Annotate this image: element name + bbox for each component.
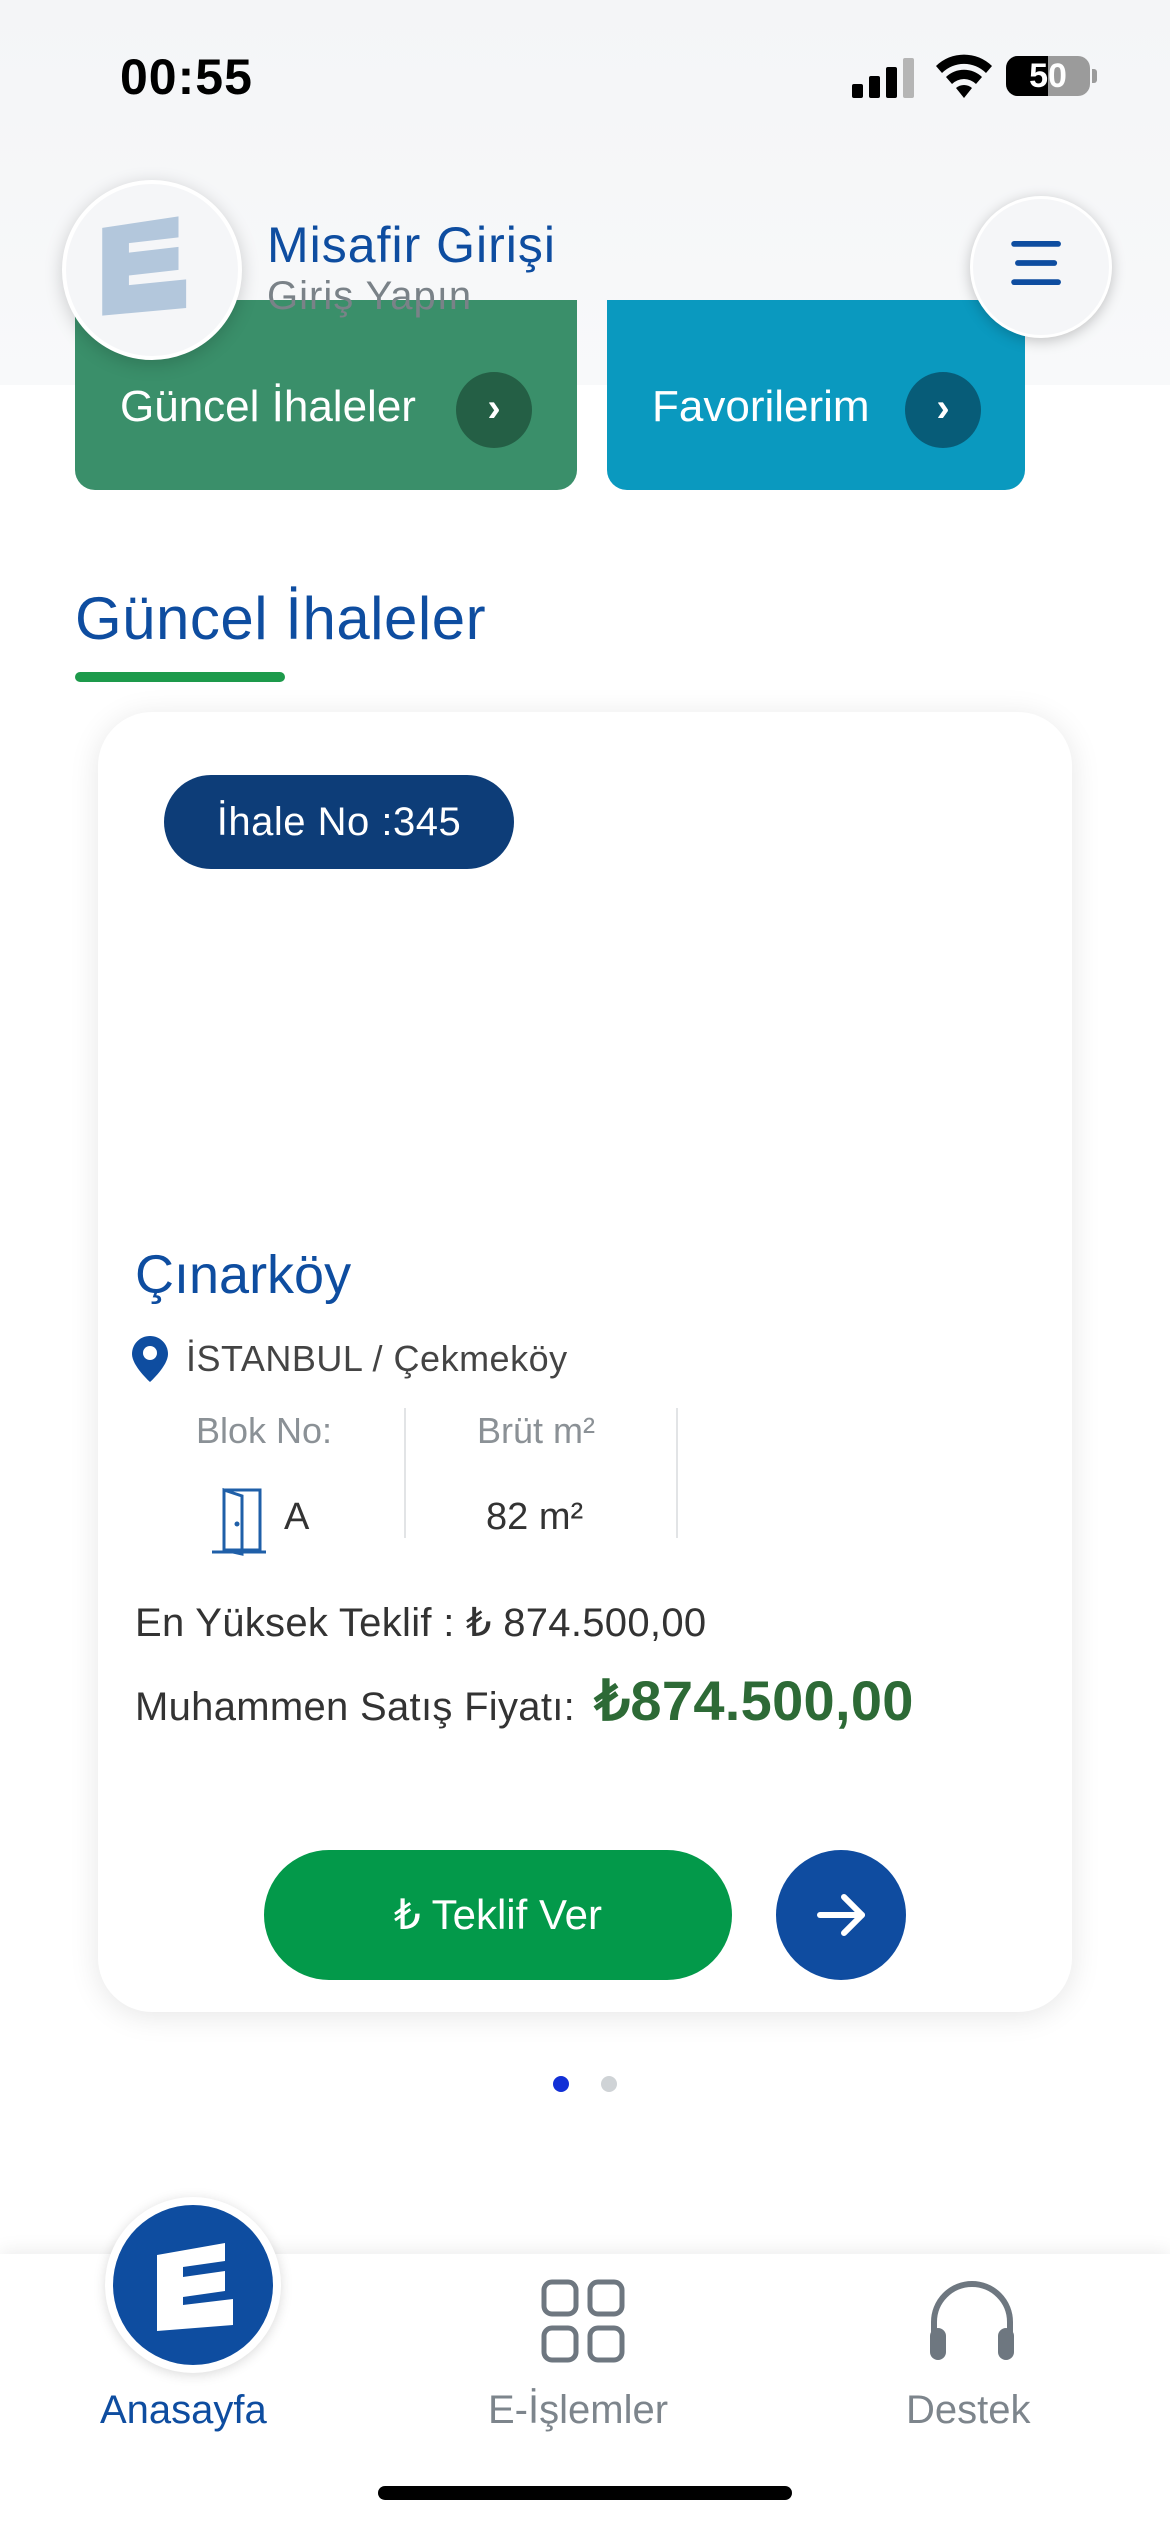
tender-number-badge: İhale No :345 (164, 775, 514, 869)
current-tenders-label: Güncel İhaleler (120, 382, 416, 431)
menu-button[interactable] (970, 196, 1112, 338)
estimated-price-label: Muhammen Satış Fiyatı: (135, 1685, 576, 1729)
cellular-signal-icon (852, 58, 914, 98)
area-label: Brüt m² (477, 1410, 596, 1451)
battery-nub (1092, 69, 1097, 83)
wifi-icon (936, 54, 992, 98)
area-value: 82 m² (486, 1496, 584, 1538)
favorites-label: Favorilerim (652, 382, 870, 431)
battery-percent: 50 (1029, 57, 1067, 95)
guest-title[interactable]: Misafir Girişi (267, 216, 556, 274)
tender-title: Çınarköy (135, 1245, 352, 1305)
divider (676, 1408, 678, 1538)
app-logo[interactable] (62, 180, 242, 360)
status-bar: 00:55 50 (0, 0, 1170, 150)
block-value: A (284, 1496, 310, 1538)
chevron-right-icon: › (905, 372, 981, 448)
hamburger-menu-icon (1011, 241, 1061, 286)
status-time: 00:55 (120, 49, 253, 105)
estimated-price-value: ₺874.500,00 (594, 1669, 914, 1732)
door-icon (212, 1487, 266, 1556)
pagination-dot-1[interactable] (553, 2076, 569, 2092)
block-label: Blok No: (196, 1410, 333, 1451)
tender-detail-button[interactable] (776, 1850, 906, 1980)
nav-eservices-label[interactable]: E-İşlemler (488, 2388, 668, 2433)
home-indicator (378, 2486, 792, 2500)
highest-offer: En Yüksek Teklif : ₺ 874.500,00 (135, 1601, 707, 1645)
home-logo-icon (113, 2205, 273, 2365)
grid-icon[interactable] (540, 2278, 626, 2364)
headphones-icon[interactable] (924, 2278, 1020, 2368)
estimated-price-row: Muhammen Satış Fiyatı: ₺874.500,00 (135, 1668, 914, 1734)
section-underline (75, 672, 285, 682)
location-pin-icon (132, 1336, 168, 1382)
nav-support-label[interactable]: Destek (906, 2388, 1031, 2433)
pagination-dot-2[interactable] (601, 2076, 617, 2092)
logo-icon (102, 216, 187, 316)
section-title: Güncel İhaleler (75, 585, 487, 652)
battery-icon: 50 (1006, 56, 1090, 96)
tender-location: İSTANBUL / Çekmeköy (186, 1338, 568, 1379)
chevron-right-icon: › (456, 372, 532, 448)
nav-home-label[interactable]: Anasayfa (100, 2388, 267, 2433)
divider (404, 1408, 406, 1538)
guest-subtitle[interactable]: Giriş Yapın (267, 274, 472, 319)
arrow-right-icon (817, 1894, 865, 1936)
place-bid-button[interactable]: ₺ Teklif Ver (264, 1850, 732, 1980)
